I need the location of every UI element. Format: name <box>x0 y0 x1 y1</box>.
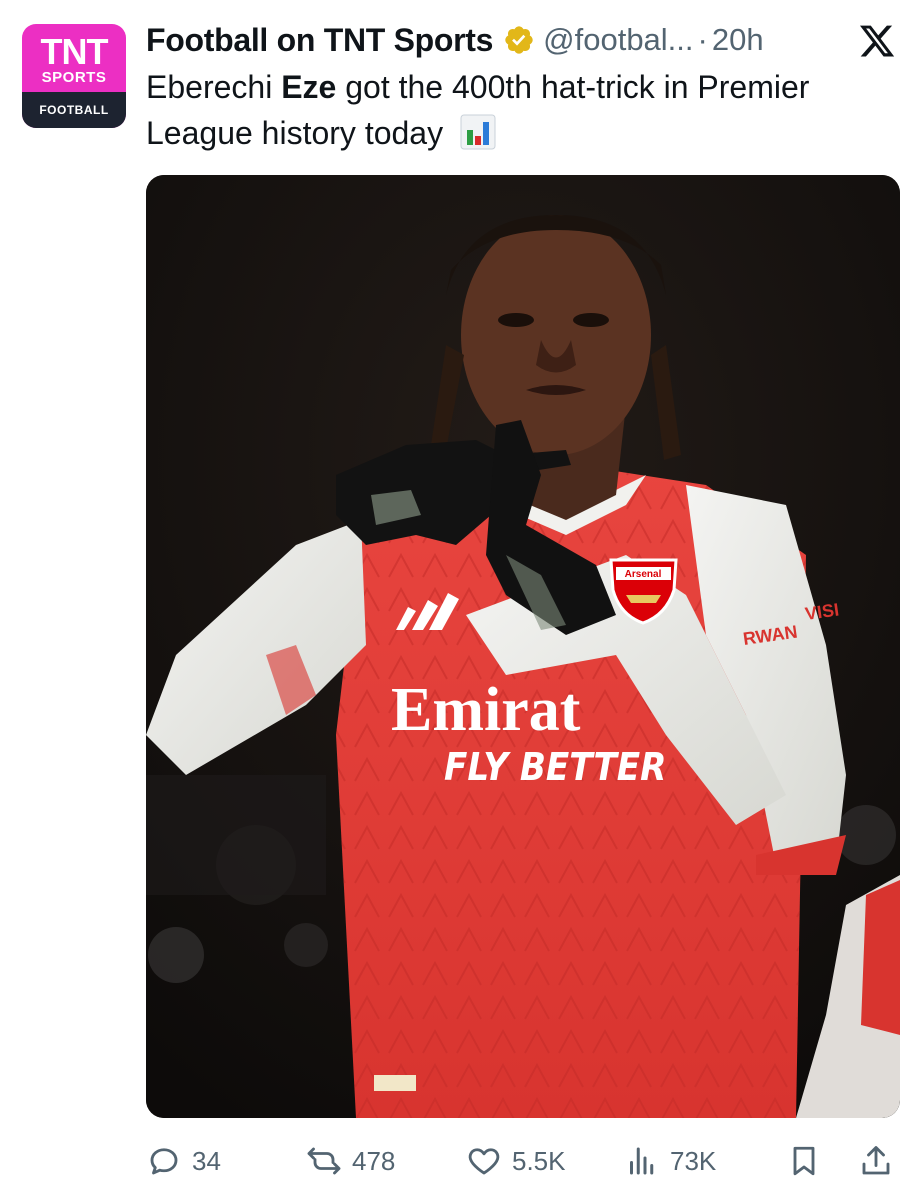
tweet-photo[interactable]: Arsenal VISI RWAN Emirat FLY BETTER <box>146 175 900 1118</box>
repost-button[interactable]: 478 <box>306 1136 395 1186</box>
reply-button[interactable]: 34 <box>146 1136 221 1186</box>
like-count: 5.5K <box>512 1145 566 1176</box>
avatar-logo-text: TNT <box>40 31 109 72</box>
tweet-text: Eberechi Eze got the 400th hat-trick in … <box>146 64 906 156</box>
share-button[interactable] <box>858 1136 894 1186</box>
shirt-sponsor: Emirat <box>391 676 581 744</box>
shirt-tagline: FLY BETTER <box>444 745 667 789</box>
repost-icon <box>307 1147 341 1175</box>
separator-dot: · <box>697 22 708 57</box>
reply-icon <box>150 1148 178 1175</box>
player-photo: Arsenal VISI RWAN Emirat FLY BETTER <box>146 175 900 1118</box>
repost-count: 478 <box>352 1145 396 1176</box>
views-button[interactable]: 73K <box>624 1136 716 1186</box>
display-name[interactable]: Football on TNT Sports <box>146 22 493 59</box>
reply-count: 34 <box>192 1145 221 1176</box>
views-count: 73K <box>670 1145 717 1176</box>
avatar-logo-subtext: SPORTS <box>41 69 107 86</box>
bar-chart-emoji-icon <box>460 114 496 150</box>
tweet-actions: 34 478 5.5K 73K <box>0 1136 922 1186</box>
tweet-text-bold: Eze <box>281 69 337 105</box>
share-icon <box>862 1146 890 1175</box>
verified-badge-icon[interactable] <box>503 24 535 56</box>
timestamp[interactable]: 20h <box>712 22 764 58</box>
views-icon <box>630 1147 654 1175</box>
like-button[interactable]: 5.5K <box>466 1136 566 1186</box>
avatar-logo-band: FOOTBALL <box>22 92 126 128</box>
tweet-text-part: Eberechi <box>146 69 282 105</box>
tweet-header: Football on TNT Sports @footbal... · 20h <box>146 20 764 60</box>
bookmark-icon <box>793 1146 815 1176</box>
bookmark-button[interactable] <box>786 1136 822 1186</box>
account-handle[interactable]: @footbal... <box>543 22 693 58</box>
account-avatar[interactable]: TNT SPORTS FOOTBALL <box>22 24 126 128</box>
badge-text: Arsenal <box>625 569 662 580</box>
x-logo-icon <box>859 25 895 57</box>
heart-icon <box>468 1148 500 1175</box>
